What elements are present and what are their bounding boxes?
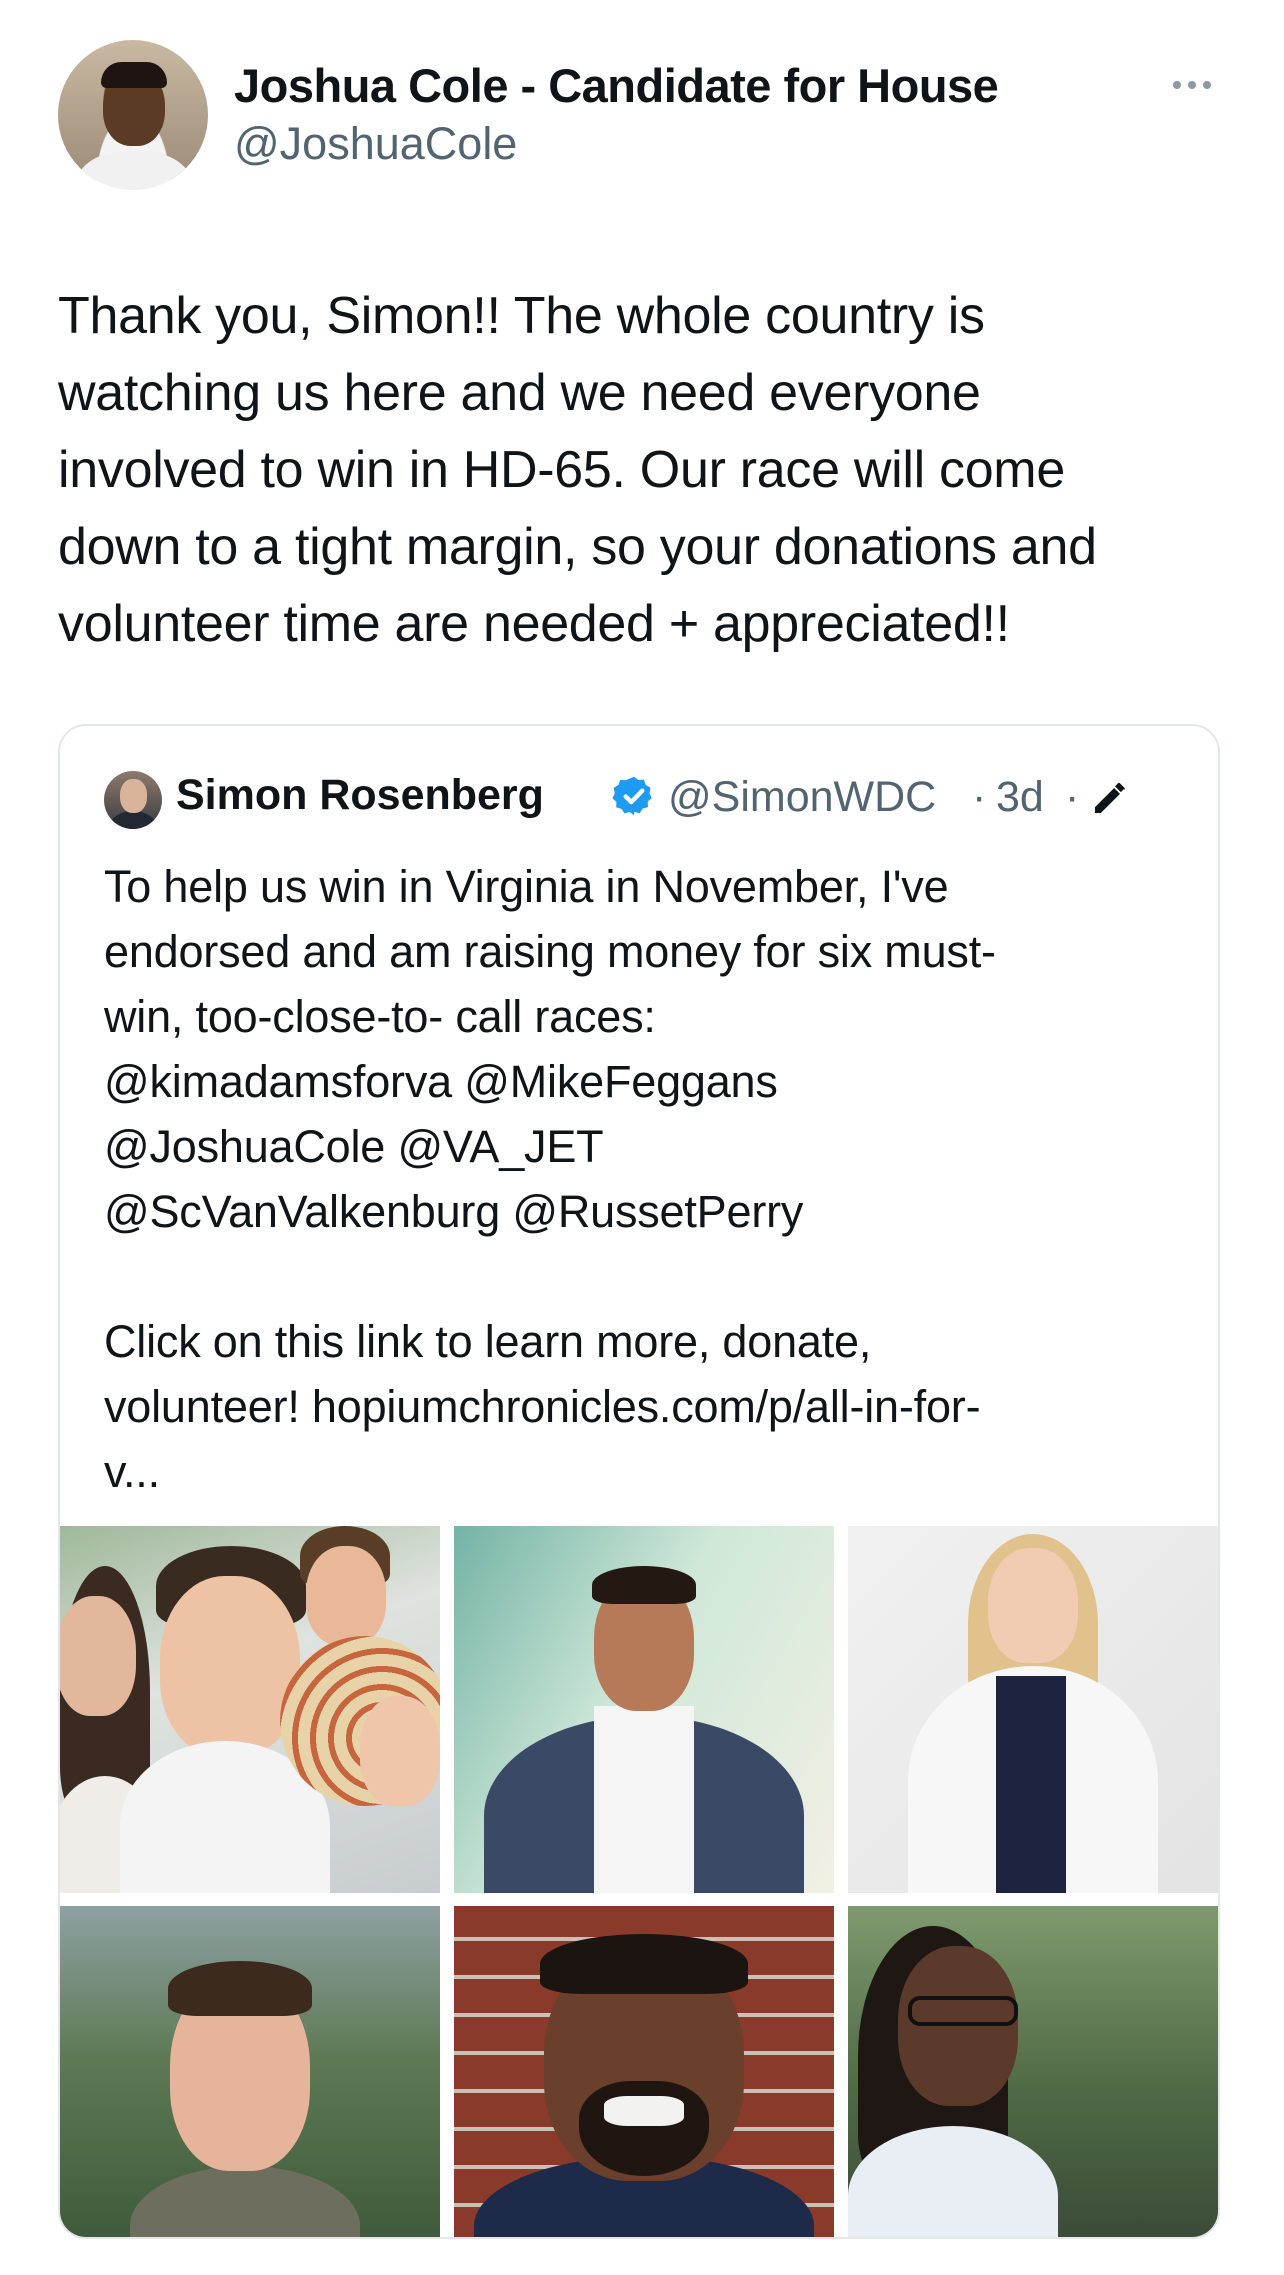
quoted-text-line: @kimadamsforva @MikeFeggans	[104, 1056, 778, 1107]
quoted-text-line: win, too-close-to- call races:	[104, 991, 656, 1042]
tweet-text-line: down to a tight margin, so your donation…	[58, 518, 1097, 576]
quoted-text-line	[104, 1244, 1194, 1309]
quoted-text-line: Click on this link to learn more, donate…	[104, 1316, 872, 1367]
quoted-tweet[interactable]: Simon Rosenberg @SimonWDC · 3d · To help…	[58, 724, 1220, 2239]
author-handle[interactable]: @JoshuaCole	[234, 118, 517, 170]
tweet-text-line: involved to win in HD-65. Our race will …	[58, 441, 1065, 499]
photo-grid	[60, 1526, 1218, 2237]
separator-dot: ·	[972, 773, 987, 821]
separator-dot: ·	[1065, 773, 1080, 821]
photo-candidate-outdoors[interactable]	[60, 1906, 440, 2237]
verified-badge-icon	[612, 776, 652, 816]
quoted-text-line: volunteer! hopiumchronicles.com/p/all-in…	[104, 1381, 981, 1432]
quoted-text-line: @ScVanValkenburg @RussetPerry	[104, 1186, 804, 1237]
edited-pencil-icon[interactable]	[1090, 778, 1130, 818]
author-display-name[interactable]: Joshua Cole - Candidate for House	[234, 58, 999, 113]
quoted-text-line: endorsed and am raising money for six mu…	[104, 926, 996, 977]
tweet-text: Thank you, Simon!! The whole country is …	[58, 278, 1238, 663]
quoted-text-line: To help us win in Virginia in November, …	[104, 861, 949, 912]
quoted-text-line: v...	[104, 1446, 160, 1497]
photo-family-selfie[interactable]	[60, 1526, 440, 1893]
photo-candidate-white-blazer[interactable]	[848, 1526, 1218, 1893]
quoted-author-display-name[interactable]: Simon Rosenberg	[176, 771, 544, 820]
tweet-detail: Joshua Cole - Candidate for House @Joshu…	[0, 0, 1284, 2275]
quoted-tweet-text: To help us win in Virginia in November, …	[104, 854, 1194, 1504]
tweet-text-line: watching us here and we need everyone	[58, 364, 981, 422]
quoted-author-handle[interactable]: @SimonWDC	[668, 773, 936, 822]
author-avatar[interactable]	[58, 40, 208, 190]
photo-candidate-brick-wall[interactable]	[454, 1906, 834, 2237]
photo-candidate-glasses[interactable]	[848, 1906, 1218, 2237]
quoted-timestamp[interactable]: 3d	[996, 773, 1044, 822]
photo-candidate-navy-suit[interactable]	[454, 1526, 834, 1893]
tweet-text-line: Thank you, Simon!! The whole country is	[58, 287, 985, 345]
quoted-author-avatar[interactable]	[104, 771, 162, 829]
more-icon[interactable]	[1168, 70, 1216, 100]
tweet-text-line: volunteer time are needed + appreciated!…	[58, 595, 1010, 653]
quoted-text-line: @JoshuaCole @VA_JET	[104, 1121, 604, 1172]
